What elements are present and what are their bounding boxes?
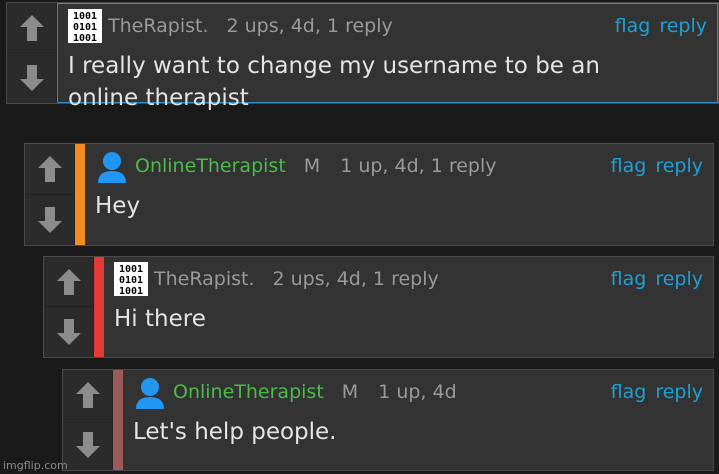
username-link[interactable]: TheRapist.	[154, 268, 255, 290]
depth-bar	[113, 370, 123, 470]
username-link[interactable]: OnlineTherapist	[135, 155, 286, 177]
comment-stats: 1 up, 4d	[378, 381, 457, 403]
imgflip-watermark: imgflip.com	[3, 459, 68, 472]
comment-text: Hi there	[114, 306, 206, 332]
comment-meta: OnlineTherapist M 1 up, 4d flag reply	[133, 370, 703, 414]
reply-link[interactable]: reply	[655, 381, 703, 403]
comment-stats: 1 up, 4d, 1 reply	[340, 155, 497, 177]
flag-link[interactable]: flag	[611, 381, 647, 403]
depth-bar	[94, 257, 104, 357]
down-arrow-icon	[75, 432, 100, 458]
svg-text:1001: 1001	[119, 264, 143, 275]
svg-text:0101: 0101	[73, 22, 97, 33]
flag-link[interactable]: flag	[615, 15, 651, 37]
comment-stats: 2 ups, 4d, 1 reply	[272, 268, 439, 290]
upvote-button[interactable]	[44, 257, 93, 307]
downvote-button[interactable]	[25, 193, 74, 246]
comment-1: 1001 0101 1001 TheRapist. 2 ups, 4d, 1 r…	[6, 2, 719, 111]
svg-text:1001: 1001	[119, 286, 143, 296]
downvote-button[interactable]	[7, 52, 56, 103]
username-link[interactable]: OnlineTherapist	[173, 381, 324, 403]
comment-body: OnlineTherapist M 1 up, 4d, 1 reply flag…	[85, 144, 713, 245]
downvote-button[interactable]	[44, 306, 93, 357]
down-arrow-icon	[37, 206, 62, 233]
binary-avatar-icon: 1001 0101 1001	[114, 262, 148, 296]
binary-avatar-icon: 1001 0101 1001	[68, 9, 102, 43]
reply-link[interactable]: reply	[655, 155, 703, 177]
comment-body: OnlineTherapist M 1 up, 4d flag reply Le…	[123, 370, 713, 470]
depth-bar	[75, 144, 85, 245]
comment-body: 1001 0101 1001 TheRapist. 2 ups, 4d, 1 r…	[57, 3, 718, 111]
up-arrow-icon	[75, 382, 100, 408]
downvote-button[interactable]	[63, 419, 112, 470]
svg-text:0101: 0101	[119, 275, 143, 286]
vote-column	[7, 3, 57, 103]
upvote-button[interactable]	[63, 370, 112, 420]
flag-link[interactable]: flag	[611, 155, 647, 177]
reply-link[interactable]: reply	[655, 268, 703, 290]
comment-text: Let's help people.	[133, 419, 337, 445]
user-avatar-icon	[136, 378, 164, 409]
up-arrow-icon	[56, 269, 81, 295]
up-arrow-icon	[19, 15, 44, 41]
comment-3: 1001 0101 1001 TheRapist. 2 ups, 4d, 1 r…	[43, 256, 714, 358]
comment-body: 1001 0101 1001 TheRapist. 2 ups, 4d, 1 r…	[104, 257, 713, 357]
svg-text:1001: 1001	[73, 11, 97, 22]
flag-link[interactable]: flag	[611, 268, 647, 290]
comment-meta: 1001 0101 1001 TheRapist. 2 ups, 4d, 1 r…	[68, 4, 707, 48]
comment-4: OnlineTherapist M 1 up, 4d flag reply Le…	[62, 369, 714, 471]
upvote-button[interactable]	[25, 144, 74, 195]
vote-column	[63, 370, 113, 470]
vote-column	[44, 257, 94, 357]
vote-column	[25, 144, 75, 245]
reply-link[interactable]: reply	[659, 15, 707, 37]
mod-badge: M	[341, 381, 359, 403]
mod-badge: M	[303, 155, 321, 177]
svg-text:1001: 1001	[73, 33, 97, 43]
comment-meta: 1001 0101 1001 TheRapist. 2 ups, 4d, 1 r…	[114, 257, 703, 301]
comment-stats: 2 ups, 4d, 1 reply	[226, 15, 393, 37]
username-link[interactable]: TheRapist.	[108, 15, 209, 37]
down-arrow-icon	[19, 65, 44, 91]
comment-2: OnlineTherapist M 1 up, 4d, 1 reply flag…	[24, 143, 714, 246]
comment-meta: OnlineTherapist M 1 up, 4d, 1 reply flag…	[95, 144, 703, 188]
upvote-button[interactable]	[7, 3, 56, 53]
user-avatar-icon	[98, 152, 126, 183]
comment-text: Hey	[95, 193, 141, 219]
up-arrow-icon	[37, 156, 62, 183]
down-arrow-icon	[56, 319, 81, 345]
comment-text: I really want to change my username to b…	[68, 53, 600, 111]
